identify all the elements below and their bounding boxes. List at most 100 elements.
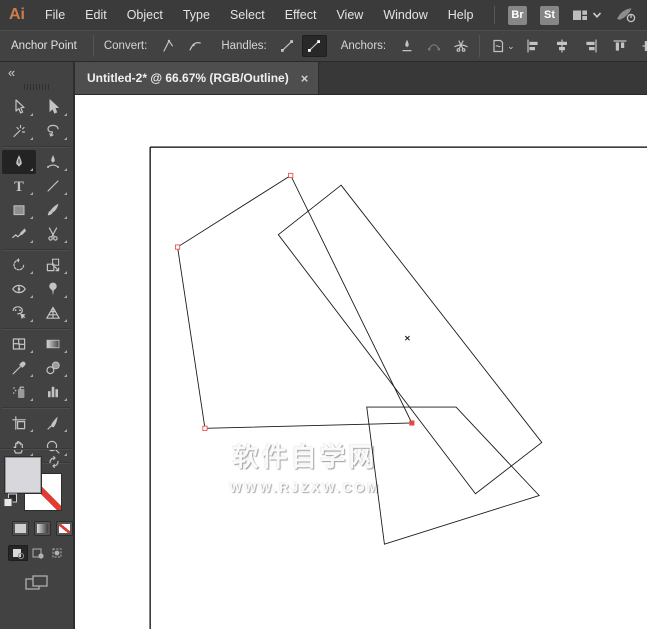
gpu-performance-icon[interactable] <box>615 6 637 24</box>
workspace-icon <box>572 7 588 23</box>
tool-width[interactable] <box>2 277 36 301</box>
menu-window[interactable]: Window <box>373 8 437 22</box>
screen-mode-button[interactable] <box>0 573 73 593</box>
draw-inside-button[interactable] <box>48 545 68 561</box>
tool-shaper[interactable] <box>2 222 36 246</box>
chevron-down-icon: ⌄ <box>507 41 515 52</box>
tool-scissors[interactable] <box>36 222 70 246</box>
canvas-area[interactable]: 软件自学网 WWW.RJZXW.COM <box>75 95 647 629</box>
bridge-button[interactable]: Br <box>508 6 527 25</box>
tool-type[interactable]: T <box>2 174 36 198</box>
tools-grid: T <box>2 95 72 466</box>
artwork-svg <box>75 95 647 629</box>
convert-to-corner-button[interactable] <box>155 35 180 57</box>
tool-lasso[interactable] <box>36 119 70 143</box>
tool-direct-selection[interactable] <box>36 95 70 119</box>
tool-rotate[interactable] <box>2 253 36 277</box>
align-left-button[interactable] <box>521 35 546 57</box>
workspace-switcher[interactable] <box>572 7 602 23</box>
quad-path[interactable] <box>367 407 539 544</box>
align-middle-vertical-button[interactable] <box>637 35 647 57</box>
fill-swatch[interactable] <box>5 457 41 493</box>
tool-line-segment[interactable] <box>36 174 70 198</box>
tool-scale[interactable] <box>36 253 70 277</box>
menu-bar: Ai FileEditObjectTypeSelectEffectViewWin… <box>0 0 647 30</box>
none-button[interactable] <box>56 521 73 536</box>
tool-group-divider <box>2 325 70 329</box>
swap-fill-stroke-icon[interactable] <box>47 455 61 469</box>
draw-behind-button[interactable] <box>28 545 48 561</box>
handles-label: Handles: <box>221 40 266 52</box>
menu-items: FileEditObjectTypeSelectEffectViewWindow… <box>35 8 484 22</box>
paint-kind-row <box>0 521 73 536</box>
menu-file[interactable]: File <box>35 8 75 22</box>
align-top-button[interactable] <box>608 35 633 57</box>
tool-shape-builder[interactable] <box>2 301 36 325</box>
tool-perspective-grid[interactable] <box>36 301 70 325</box>
tool-puppet-warp[interactable] <box>36 277 70 301</box>
menu-type[interactable]: Type <box>173 8 220 22</box>
stock-button[interactable]: St <box>540 6 559 25</box>
chevron-down-icon <box>592 11 602 19</box>
tool-eyedropper[interactable] <box>2 356 36 380</box>
convert-label: Convert: <box>104 40 147 52</box>
artboard-preset-dropdown[interactable]: ⌄ <box>490 35 515 57</box>
control-bar: Anchor Point Convert: Handles: Anchors: … <box>0 30 647 62</box>
context-label: Anchor Point <box>11 40 77 52</box>
tab-bar: Untitled-2* @ 66.67% (RGB/Outline) × <box>75 62 647 95</box>
align-center-horizontal-button[interactable] <box>550 35 575 57</box>
anchor-point-selected[interactable] <box>410 421 414 425</box>
menu-edit[interactable]: Edit <box>75 8 117 22</box>
default-fill-stroke-icon[interactable] <box>3 493 18 508</box>
tool-magic-wand[interactable] <box>2 119 36 143</box>
menu-object[interactable]: Object <box>117 8 173 22</box>
tool-selection[interactable] <box>2 95 36 119</box>
swatch-block <box>0 448 73 628</box>
gradient-button[interactable] <box>34 521 51 536</box>
menu-view[interactable]: View <box>326 8 373 22</box>
tab-close-icon[interactable]: × <box>301 71 309 86</box>
tool-pen[interactable] <box>2 150 36 174</box>
menu-select[interactable]: Select <box>220 8 275 22</box>
anchor-point[interactable] <box>175 245 179 249</box>
panel-collapse-button[interactable]: « <box>0 62 73 82</box>
convert-to-smooth-button[interactable] <box>182 35 207 57</box>
tool-column-graph[interactable] <box>36 380 70 404</box>
selected-path[interactable] <box>178 175 412 428</box>
tool-group-divider <box>2 404 70 408</box>
anchors-label: Anchors: <box>341 40 386 52</box>
draw-normal-button[interactable] <box>8 545 28 561</box>
cut-path-button[interactable] <box>448 35 473 57</box>
anchor-point[interactable] <box>289 173 293 177</box>
tool-symbol-sprayer[interactable] <box>2 380 36 404</box>
tools-panel: « T <box>0 62 75 629</box>
menubar-right: Br St <box>494 0 637 30</box>
align-buttons <box>521 35 647 57</box>
tool-group-divider <box>2 246 70 250</box>
connect-endpoints-button[interactable] <box>421 35 446 57</box>
tool-slice[interactable] <box>36 411 70 435</box>
show-handles-button[interactable] <box>275 35 300 57</box>
app-logo-icon: Ai <box>0 6 35 24</box>
tool-paintbrush[interactable] <box>36 198 70 222</box>
convert-buttons <box>155 35 209 57</box>
drawing-modes-row <box>0 545 73 561</box>
panel-grip-dots[interactable] <box>24 84 50 90</box>
tool-mesh[interactable] <box>2 332 36 356</box>
workspace: « T <box>0 62 647 629</box>
handle-buttons <box>275 35 329 57</box>
anchor-point[interactable] <box>203 426 207 430</box>
color-button[interactable] <box>12 521 29 536</box>
hide-handles-button[interactable] <box>302 35 327 57</box>
tool-artboard[interactable] <box>2 411 36 435</box>
tool-blend[interactable] <box>36 356 70 380</box>
tool-rectangle[interactable] <box>2 198 36 222</box>
menubar-divider <box>494 6 495 24</box>
document-tab[interactable]: Untitled-2* @ 66.67% (RGB/Outline) × <box>75 62 319 94</box>
align-right-button[interactable] <box>579 35 604 57</box>
tool-curvature[interactable] <box>36 150 70 174</box>
menu-help[interactable]: Help <box>438 8 484 22</box>
tool-gradient[interactable] <box>36 332 70 356</box>
menu-effect[interactable]: Effect <box>275 8 327 22</box>
remove-anchor-button[interactable] <box>394 35 419 57</box>
